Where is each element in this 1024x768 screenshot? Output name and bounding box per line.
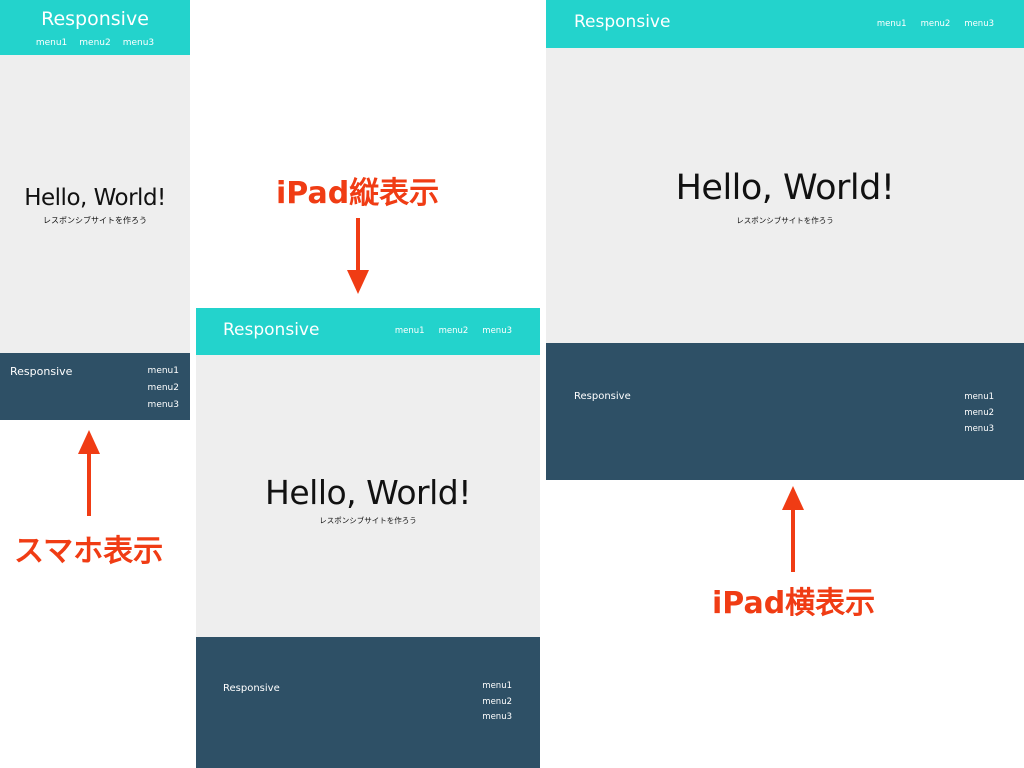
footer-menu3[interactable]: menu3: [964, 424, 994, 434]
footer-menu1[interactable]: menu1: [482, 681, 512, 691]
footer: Responsive menu1 menu2 menu3: [546, 343, 1024, 480]
footer-nav: menu1 menu2 menu3: [482, 679, 512, 726]
hero-subtitle: レスポンシブサイトを作ろう: [319, 516, 417, 525]
up-arrow-icon: [78, 430, 100, 516]
footer-menu3[interactable]: menu3: [148, 400, 179, 410]
down-arrow-icon: [347, 218, 369, 294]
footer: Responsive menu1 menu2 menu3: [196, 637, 540, 768]
ipad-portrait-label: iPad縦表示: [276, 176, 440, 211]
ipad-portrait-view: Responsive menu1 menu2 menu3 Hello, World!…: [196, 308, 540, 768]
hero: Hello, World! レスポンシブサイトを作ろう: [196, 355, 540, 637]
site-logo[interactable]: Responsive: [223, 320, 319, 340]
nav-menu2[interactable]: menu2: [79, 38, 110, 48]
phone-view: Responsive menu1 menu2 menu3 Hello, World!…: [0, 0, 190, 420]
nav-menu1[interactable]: menu1: [395, 326, 425, 336]
hero-title: Hello, World!: [675, 168, 895, 208]
hero-subtitle: レスポンシブサイトを作ろう: [43, 216, 147, 225]
header-nav: menu1 menu2 menu3: [0, 38, 190, 48]
header-nav: menu1 menu2 menu3: [863, 19, 994, 29]
site-logo[interactable]: Responsive: [574, 12, 670, 32]
nav-menu2[interactable]: menu2: [439, 326, 469, 336]
footer-menu2[interactable]: menu2: [964, 408, 994, 418]
hero: Hello, World! レスポンシブサイトを作ろう: [0, 55, 190, 353]
up-arrow-icon: [782, 486, 804, 572]
footer-menu2[interactable]: menu2: [148, 383, 179, 393]
nav-menu3[interactable]: menu3: [482, 326, 512, 336]
nav-menu1[interactable]: menu1: [877, 19, 907, 29]
header-nav: menu1 menu2 menu3: [381, 326, 512, 336]
footer-nav: menu1 menu2 menu3: [148, 363, 179, 414]
hero: Hello, World! レスポンシブサイトを作ろう: [546, 48, 1024, 343]
site-logo[interactable]: Responsive: [0, 8, 190, 30]
phone-label: スマホ表示: [14, 534, 164, 569]
footer-menu2[interactable]: menu2: [482, 697, 512, 707]
header: Responsive menu1 menu2 menu3: [546, 0, 1024, 48]
hero-title: Hello, World!: [265, 473, 471, 512]
nav-menu3[interactable]: menu3: [123, 38, 154, 48]
footer-menu3[interactable]: menu3: [482, 712, 512, 722]
nav-menu2[interactable]: menu2: [921, 19, 951, 29]
hero-title: Hello, World!: [24, 185, 166, 211]
nav-menu3[interactable]: menu3: [964, 19, 994, 29]
footer-nav: menu1 menu2 menu3: [964, 389, 994, 437]
footer-logo[interactable]: Responsive: [223, 683, 280, 694]
footer-logo[interactable]: Responsive: [10, 365, 72, 378]
footer-menu1[interactable]: menu1: [964, 392, 994, 402]
footer-menu1[interactable]: menu1: [148, 366, 179, 376]
header: Responsive menu1 menu2 menu3: [196, 308, 540, 355]
header: Responsive menu1 menu2 menu3: [0, 0, 190, 55]
nav-menu1[interactable]: menu1: [36, 38, 67, 48]
footer: Responsive menu1 menu2 menu3: [0, 353, 190, 420]
hero-subtitle: レスポンシブサイトを作ろう: [736, 216, 834, 225]
ipad-landscape-label: iPad横表示: [712, 586, 876, 621]
footer-logo[interactable]: Responsive: [574, 391, 631, 402]
ipad-landscape-view: Responsive menu1 menu2 menu3 Hello, World!…: [546, 0, 1024, 480]
